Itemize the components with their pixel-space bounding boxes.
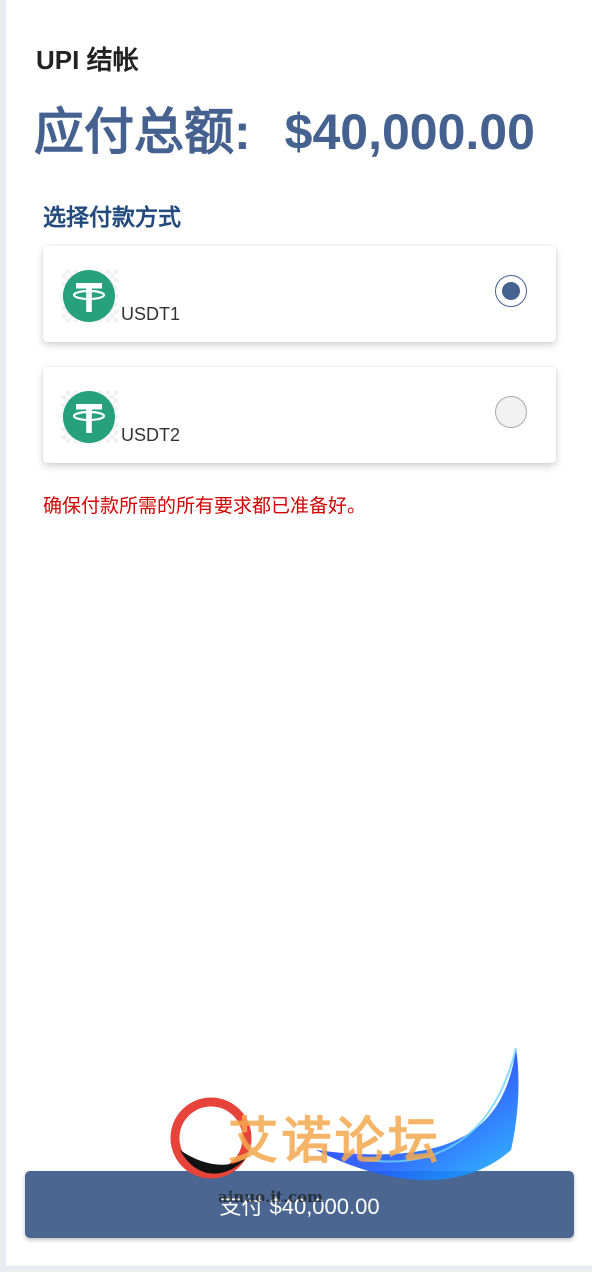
- payment-method-heading: 选择付款方式: [43, 204, 181, 230]
- amount-due: 应付总额: $40,000.00: [34, 92, 564, 164]
- payment-method-radio-selected[interactable]: [495, 275, 527, 307]
- amount-due-value: $40,000.00: [284, 104, 535, 160]
- requirements-notice: 确保付款所需的所有要求都已准备好。: [43, 496, 367, 517]
- tether-usdt-icon: [62, 391, 118, 443]
- payment-method-label: USDT1: [121, 304, 181, 324]
- pay-button[interactable]: 支付 $40,000.00: [25, 1171, 574, 1238]
- amount-due-label: 应付总额:: [34, 104, 251, 160]
- payment-method-radio-unselected[interactable]: [495, 396, 527, 428]
- payment-method-label: USDT2: [121, 425, 181, 445]
- tether-usdt-icon: [62, 270, 118, 322]
- page-title: UPI 结帐: [36, 45, 139, 75]
- payment-method-option-usdt2[interactable]: USDT2: [43, 367, 556, 463]
- checkout-page: UPI 结帐 应付总额: $40,000.00 选择付款方式 USDT1 USD…: [6, 0, 592, 1267]
- payment-method-option-usdt1[interactable]: USDT1: [43, 246, 556, 342]
- svg-text:艾诺论坛: 艾诺论坛: [228, 1112, 438, 1170]
